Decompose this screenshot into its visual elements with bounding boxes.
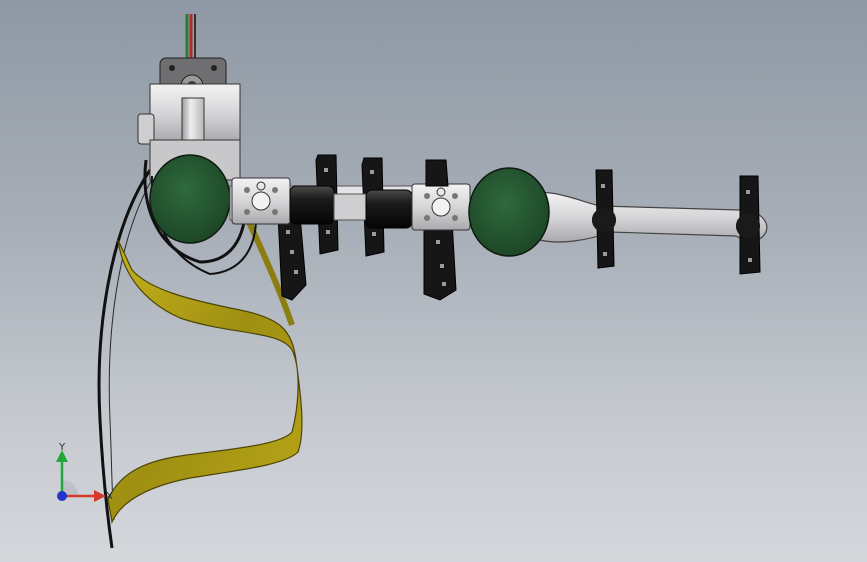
motor-2[interactable] <box>365 189 413 229</box>
triad-z-axis <box>57 491 67 501</box>
gripper-clip-7[interactable] <box>425 159 449 187</box>
3d-model-scene[interactable] <box>0 0 867 562</box>
joint-disc-1[interactable] <box>149 154 231 244</box>
joint-disc-2[interactable] <box>468 167 550 257</box>
power-cable[interactable] <box>185 14 196 62</box>
gearbox-1[interactable] <box>231 177 291 225</box>
motor-1[interactable] <box>289 185 335 225</box>
forearm-link[interactable] <box>519 192 768 243</box>
triad-x-label: X <box>106 491 113 502</box>
gearbox-2[interactable] <box>411 183 471 231</box>
orientation-triad: Y X <box>56 442 113 502</box>
gripper-clip-1[interactable] <box>277 214 307 301</box>
graphics-viewport[interactable]: Y X <box>0 0 867 562</box>
gripper-clip-4[interactable] <box>423 219 457 301</box>
triad-y-label: Y <box>58 442 66 453</box>
triad-x-arrow <box>94 490 106 502</box>
